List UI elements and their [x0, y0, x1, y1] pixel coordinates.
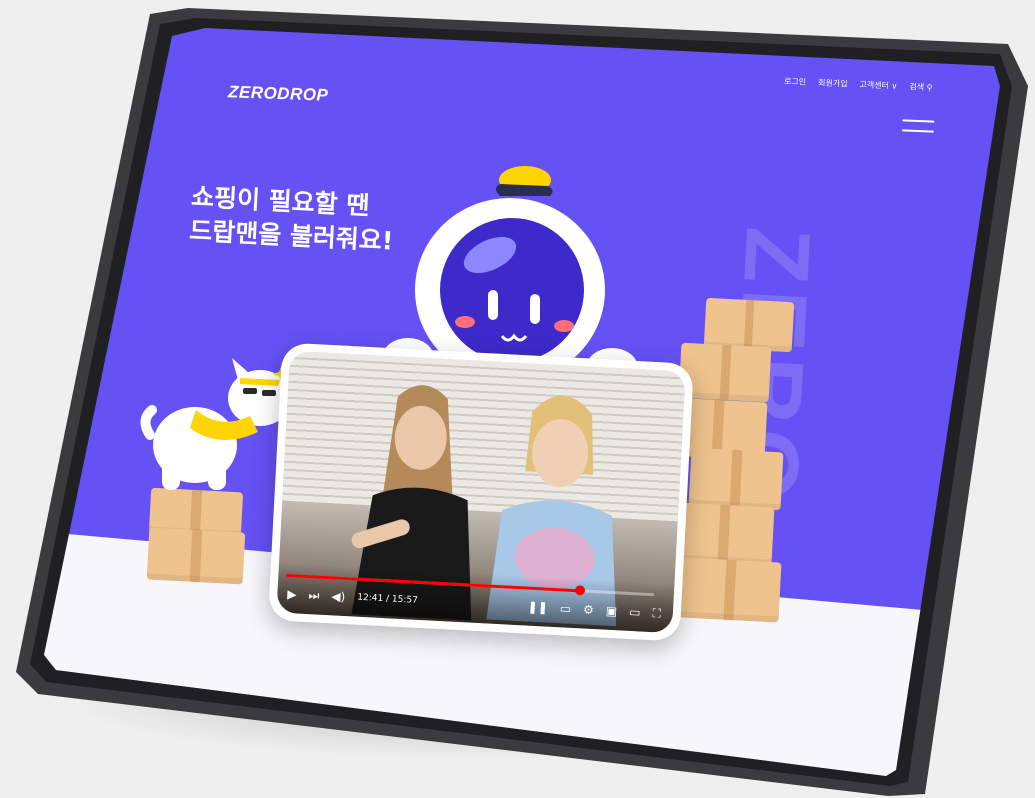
theater-icon[interactable]: ▭ [629, 605, 641, 620]
settings-icon[interactable]: ⚙ [583, 603, 594, 618]
pause-icon[interactable]: ❚❚ [527, 600, 548, 615]
box-stack-item [688, 447, 784, 511]
hero-headline: 쇼핑이 필요할 땐 드랍맨을 불러줘요! [188, 180, 395, 259]
nav-signup[interactable]: 회원가입 [818, 77, 848, 89]
nav-search[interactable]: 검색 ⚲ [909, 81, 933, 93]
dropman-mascot [382, 166, 638, 380]
video-player[interactable]: ▶ ⏭ ◀) 12:41 / 15:57 ❚❚ ▭ ⚙ ▣ ▭ ⛶ [268, 342, 694, 642]
box-stack-item [678, 342, 772, 403]
fullscreen-icon[interactable]: ⛶ [652, 606, 661, 620]
site-logo[interactable]: ZERODROP [228, 82, 329, 105]
subtitles-icon[interactable]: ▭ [559, 601, 571, 616]
box-stack-item [146, 527, 246, 585]
box-stack-item [678, 557, 782, 623]
box-stack-item [673, 502, 775, 566]
volume-icon[interactable]: ◀) [331, 589, 346, 604]
next-icon[interactable]: ⏭ [308, 588, 320, 603]
nav-login[interactable]: 로그인 [784, 76, 807, 88]
hamburger-menu-icon[interactable] [901, 119, 935, 138]
video-frame[interactable]: ▶ ⏭ ◀) 12:41 / 15:57 ❚❚ ▭ ⚙ ▣ ▭ ⛶ [276, 350, 686, 634]
miniplayer-icon[interactable]: ▣ [605, 604, 617, 619]
nav-customer-center[interactable]: 고객센터 ∨ [859, 79, 897, 92]
dog-mascot [140, 358, 290, 490]
video-time: 12:41 / 15:57 [357, 592, 419, 606]
tablet-screen: ZERO ZERODROP 로그인 회원가입 고객센터 ∨ 검색 ⚲ 쇼핑이 필… [44, 28, 1000, 776]
play-icon[interactable]: ▶ [287, 587, 297, 601]
